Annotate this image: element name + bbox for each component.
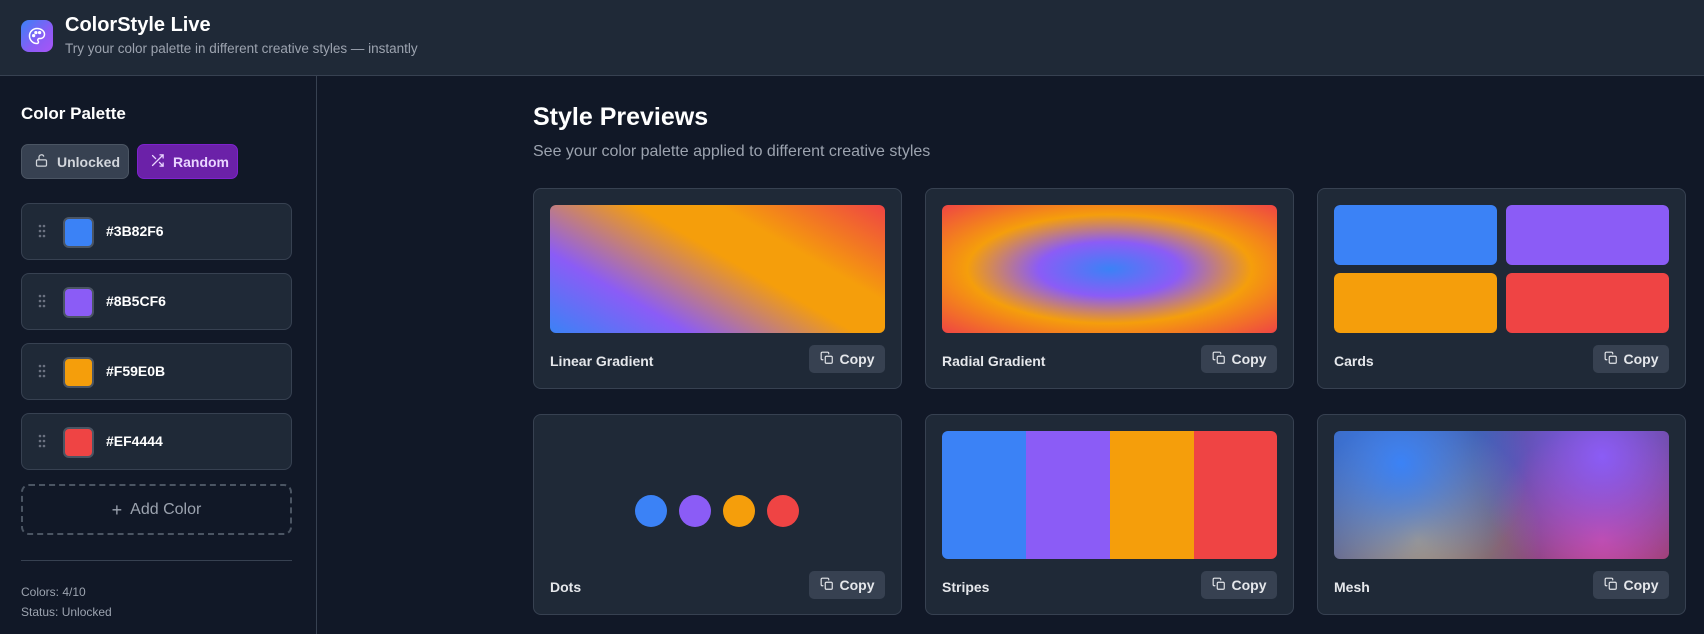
app-subtitle: Try your color palette in different crea… <box>65 41 418 56</box>
copy-button[interactable]: Copy <box>1593 345 1669 373</box>
style-card: Stripes Copy <box>925 414 1294 615</box>
color-swatch[interactable] <box>63 287 94 318</box>
color-stripe <box>1026 431 1110 559</box>
hex-label: #3B82F6 <box>106 223 164 239</box>
divider <box>21 560 292 561</box>
copy-label: Copy <box>839 577 875 593</box>
style-preview <box>550 205 885 333</box>
color-row[interactable]: #F59E0B <box>21 343 292 400</box>
hex-label: #F59E0B <box>106 363 166 379</box>
grip-icon[interactable] <box>38 224 46 243</box>
hex-label: #EF4444 <box>106 433 163 449</box>
page-title: Style Previews <box>533 103 709 131</box>
add-color-button[interactable]: + Add Color <box>21 484 292 535</box>
grip-icon[interactable] <box>38 294 46 313</box>
color-swatch[interactable] <box>63 357 94 388</box>
unlocked-button[interactable]: Unlocked <box>21 144 129 179</box>
copy-icon <box>820 577 834 594</box>
random-button[interactable]: Random <box>137 144 238 179</box>
style-label: Dots <box>550 579 582 595</box>
style-preview <box>1334 431 1669 559</box>
palette-icon <box>21 20 53 52</box>
colors-count: Colors: 4/10 <box>21 585 86 599</box>
color-dot <box>679 495 711 527</box>
plus-icon: + <box>111 499 123 520</box>
color-dot <box>767 495 799 527</box>
copy-button[interactable]: Copy <box>1201 345 1277 373</box>
page-subtitle: See your color palette applied to differ… <box>533 143 931 160</box>
copy-icon <box>820 351 834 368</box>
color-card <box>1334 273 1497 333</box>
style-preview <box>550 431 885 559</box>
app-header: ColorStyle Live Try your color palette i… <box>0 0 1704 76</box>
shuffle-icon <box>150 153 165 171</box>
copy-icon <box>1212 351 1226 368</box>
style-label: Radial Gradient <box>942 353 1046 369</box>
color-row[interactable]: #EF4444 <box>21 413 292 470</box>
copy-label: Copy <box>1231 577 1267 593</box>
style-label: Cards <box>1334 353 1374 369</box>
style-card: Dots Copy <box>533 414 902 615</box>
color-row[interactable]: #3B82F6 <box>21 203 292 260</box>
copy-label: Copy <box>1231 351 1267 367</box>
unlock-icon <box>34 153 49 171</box>
copy-icon <box>1604 351 1618 368</box>
style-label: Mesh <box>1334 579 1370 595</box>
unlocked-label: Unlocked <box>57 153 121 170</box>
color-dot <box>723 495 755 527</box>
add-color-label: Add Color <box>130 500 202 518</box>
style-card: Linear Gradient Copy <box>533 188 902 389</box>
copy-button[interactable]: Copy <box>809 345 885 373</box>
copy-button[interactable]: Copy <box>809 571 885 599</box>
copy-label: Copy <box>1623 577 1659 593</box>
style-card: Mesh Copy <box>1317 414 1686 615</box>
copy-icon <box>1604 577 1618 594</box>
style-label: Linear Gradient <box>550 353 654 369</box>
color-stripe <box>1110 431 1194 559</box>
color-swatch[interactable] <box>63 427 94 458</box>
color-row[interactable]: #8B5CF6 <box>21 273 292 330</box>
style-preview <box>942 205 1277 333</box>
color-dot <box>635 495 667 527</box>
color-card <box>1334 205 1497 265</box>
sidebar: Color Palette Unlocked Random #3B82F6 #8… <box>0 76 317 634</box>
copy-label: Copy <box>1623 351 1659 367</box>
copy-label: Copy <box>839 351 875 367</box>
style-card: Cards Copy <box>1317 188 1686 389</box>
style-card: Radial Gradient Copy <box>925 188 1294 389</box>
random-label: Random <box>173 153 229 170</box>
color-stripe <box>942 431 1026 559</box>
app-title: ColorStyle Live <box>65 14 211 36</box>
copy-button[interactable]: Copy <box>1201 571 1277 599</box>
status-text: Status: Unlocked <box>21 605 112 619</box>
grip-icon[interactable] <box>38 364 46 383</box>
grip-icon[interactable] <box>38 434 46 453</box>
copy-button[interactable]: Copy <box>1593 571 1669 599</box>
color-stripe <box>1194 431 1277 559</box>
copy-icon <box>1212 577 1226 594</box>
style-label: Stripes <box>942 579 990 595</box>
color-card <box>1506 205 1669 265</box>
style-preview <box>942 431 1277 559</box>
color-card <box>1506 273 1669 333</box>
hex-label: #8B5CF6 <box>106 293 166 309</box>
style-preview <box>1334 205 1669 333</box>
color-swatch[interactable] <box>63 217 94 248</box>
palette-title: Color Palette <box>21 104 126 123</box>
